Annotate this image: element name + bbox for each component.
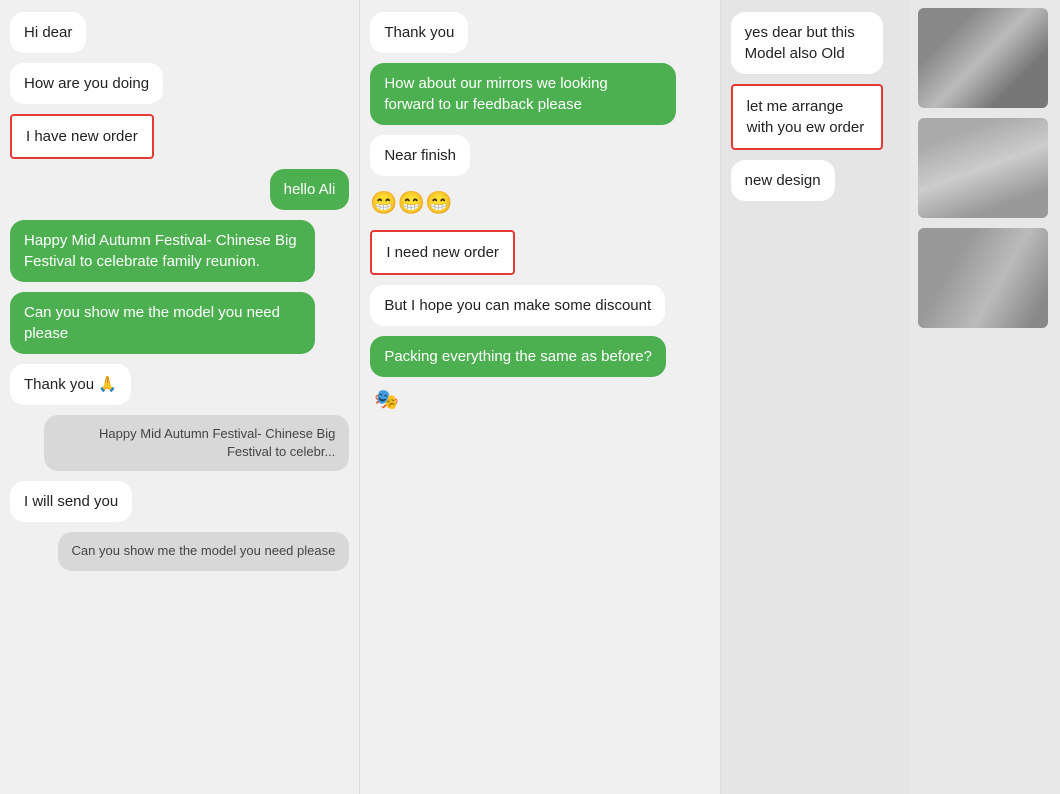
message-i-will-send: I will send you [10, 481, 132, 522]
message-hi-dear: Hi dear [10, 12, 86, 53]
message-thank-you: Thank you [370, 12, 468, 53]
message-happy-festival-preview: Happy Mid Autumn Festival- Chinese Big F… [44, 415, 349, 471]
message-let-me-arrange: let me arrange with you ew order [731, 84, 883, 150]
message-how-about-mirrors: How about our mirrors we looking forward… [370, 63, 675, 125]
message-yes-dear-model-old: yes dear but this Model also Old [731, 12, 883, 74]
chat-column-1: Hi dear How are you doing I have new order… [0, 0, 360, 794]
message-near-finish: Near finish [370, 135, 470, 176]
message-how-are-you: How are you doing [10, 63, 163, 104]
message-but-hope-discount: But I hope you can make some discount [370, 285, 665, 326]
message-emoji: 😁😁😁 [370, 186, 452, 220]
image-img2 [918, 118, 1048, 218]
message-i-need-new-order: I need new order [370, 230, 515, 275]
col3-messages: yes dear but this Model also Old let me a… [721, 0, 910, 794]
message-happy-festival: Happy Mid Autumn Festival- Chinese Big F… [10, 220, 315, 282]
col3-images [910, 0, 1060, 794]
image-img1 [918, 8, 1048, 108]
message-can-you-show: Can you show me the model you need pleas… [10, 292, 315, 354]
chat-column-2: Thank you How about our mirrors we lookin… [360, 0, 720, 794]
message-new-design: new design [731, 160, 835, 201]
message-sticker: 🎭 [370, 387, 709, 412]
message-can-you-show-preview: Can you show me the model you need pleas… [58, 532, 350, 570]
message-i-have-new-order: I have new order [10, 114, 154, 159]
message-thank-you-pray: Thank you 🙏 [10, 364, 131, 405]
message-packing-same: Packing everything the same as before? [370, 336, 666, 377]
chat-column-3: yes dear but this Model also Old let me a… [721, 0, 1060, 794]
message-hello-ali: hello Ali [270, 169, 350, 210]
image-img3 [918, 228, 1048, 328]
